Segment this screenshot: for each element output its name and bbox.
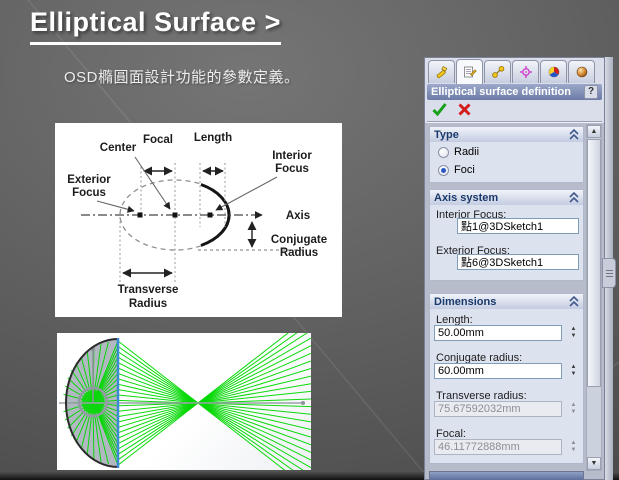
radio-foci-label: Foci [454, 164, 475, 176]
axis-system-section: Axis system Interior Focus: Exterior Foc… [429, 189, 584, 281]
diagram-label-exterior-focus: Exterior [67, 174, 111, 186]
svg-text:Focus: Focus [72, 187, 106, 199]
svg-text:Radius: Radius [280, 247, 318, 259]
crosshair-icon [519, 65, 533, 79]
radio-radii[interactable] [438, 147, 449, 158]
focal-input [434, 439, 562, 455]
surface-definition-icon [463, 65, 477, 79]
dimensions-section: Dimensions Length: ▲▼ Conjugate radius: … [429, 293, 584, 464]
cancel-button[interactable] [458, 103, 471, 116]
diagram-label-length: Length [194, 132, 232, 144]
length-spinner[interactable]: ▲▼ [568, 325, 579, 341]
ok-button[interactable] [432, 102, 447, 116]
exterior-focus-input[interactable] [457, 254, 579, 270]
dimensions-section-header: Dimensions [434, 296, 496, 308]
svg-text:Focus: Focus [275, 163, 309, 175]
wrench-tools-icon [435, 65, 449, 79]
type-section: Type Radii Foci [429, 126, 584, 183]
page-title: Elliptical Surface > [30, 7, 281, 45]
type-section-header: Type [434, 129, 459, 141]
conjugate-radius-spinner[interactable]: ▲▼ [568, 363, 579, 379]
interior-focus-input[interactable] [457, 218, 579, 234]
scroll-up-button[interactable]: ▲ [587, 125, 601, 138]
tab-render-ball[interactable] [540, 60, 567, 83]
construction-lines [120, 163, 225, 283]
panel-title: Elliptical surface definition [431, 86, 571, 98]
parameter-diagram: Center Focal Length Interior Focus Exter… [55, 123, 342, 317]
panel-tab-bar [425, 58, 604, 83]
panel-scrollbar[interactable]: ▲ ▼ [586, 124, 602, 471]
slide-subtitle: OSD橢圓面設計功能的參數定義。 [64, 66, 300, 87]
material-sphere-icon [575, 65, 589, 79]
scroll-thumb[interactable] [587, 139, 601, 387]
focal-spinner: ▲▼ [568, 439, 579, 455]
scroll-down-button[interactable]: ▼ [587, 457, 601, 470]
help-button[interactable]: ? [584, 85, 598, 99]
diagram-label-conjugate-radius: Conjugate [271, 234, 327, 246]
conjugate-radius-input[interactable] [434, 363, 562, 379]
tab-surface-definition[interactable] [456, 59, 483, 84]
radio-radii-label: Radii [454, 146, 479, 158]
collapse-dimensions-button[interactable] [569, 296, 579, 307]
key-links-icon [491, 65, 505, 79]
panel-splitter-handle[interactable] [602, 258, 616, 288]
tab-crosshair[interactable] [512, 60, 539, 83]
length-input[interactable] [434, 325, 562, 341]
transverse-radius-input [434, 401, 562, 417]
diagram-label-transverse-radius: Transverse [118, 284, 179, 296]
green-check-icon [434, 104, 446, 114]
render-ball-icon [547, 65, 561, 79]
tab-material-sphere[interactable] [568, 60, 595, 83]
panel-title-bar: Elliptical surface definition ? [427, 84, 602, 100]
tab-key-links[interactable] [484, 60, 511, 83]
axis-system-section-header: Axis system [434, 192, 498, 204]
ray-trace-image [57, 333, 311, 470]
transverse-radius-spinner: ▲▼ [568, 401, 579, 417]
panel-scroll-area: Type Radii Foci [425, 123, 604, 479]
slide: Elliptical Surface > OSD橢圓面設計功能的參數定義。 [0, 0, 619, 480]
radio-foci[interactable] [438, 165, 449, 176]
diagram-label-interior-focus: Interior [272, 150, 312, 162]
collapse-axis-button[interactable] [569, 192, 579, 203]
collapse-type-button[interactable] [569, 129, 579, 140]
diagram-label-center: Center [100, 142, 137, 154]
next-section-partial-header [429, 471, 584, 480]
property-panel: Elliptical surface definition ? Type [424, 57, 605, 480]
svg-text:Radius: Radius [129, 298, 167, 310]
tab-wrench-tools[interactable] [428, 60, 455, 83]
diagram-label-axis: Axis [286, 210, 310, 222]
diagram-label-focal: Focal [143, 134, 173, 146]
red-x-icon [460, 104, 470, 114]
